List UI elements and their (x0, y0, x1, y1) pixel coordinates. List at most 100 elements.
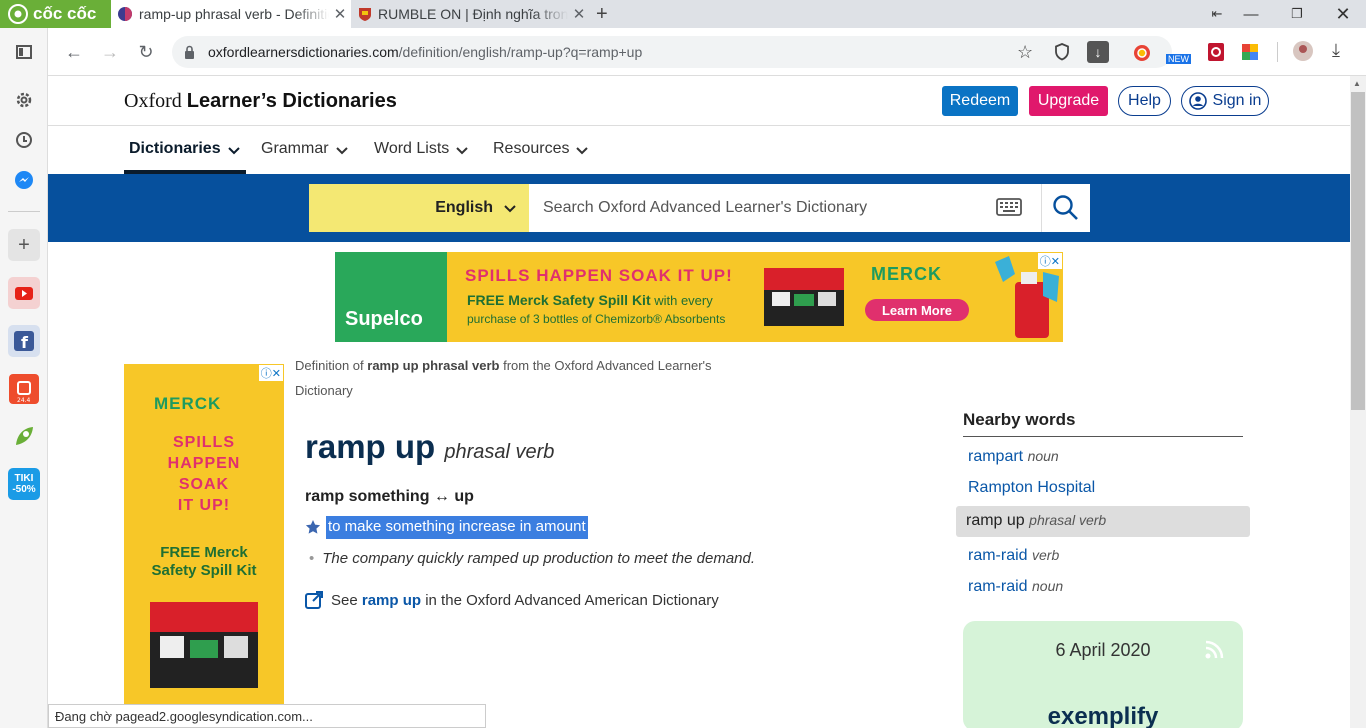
facebook-icon[interactable]: f (8, 325, 40, 357)
scrollbar-thumb[interactable] (1351, 92, 1365, 410)
search-button[interactable] (1041, 184, 1090, 232)
ad-offer-rest: with every (650, 293, 713, 308)
nearby-word: Rampton Hospital (968, 479, 1096, 496)
scroll-up-icon[interactable]: ▲ (1353, 79, 1361, 88)
nearby-word-item[interactable]: Rampton Hospital (968, 479, 1095, 497)
ad-offer-line: FREE Merck (160, 544, 248, 561)
settings-gear-icon[interactable] (8, 84, 40, 116)
browser-brand[interactable]: cốc cốc (0, 0, 111, 28)
upgrade-button[interactable]: Upgrade (1029, 86, 1108, 116)
menu-label: Word Lists (374, 140, 450, 157)
tab-title: ramp-up phrasal verb - Definition (139, 6, 329, 22)
ad-offer: FREE Merck Safety Spill Kit with every (467, 292, 747, 308)
status-bar: Đang chờ pagead2.googlesyndication.com..… (48, 704, 486, 728)
wotd-word[interactable]: exemplify (963, 703, 1243, 728)
url-domain: oxfordlearnersdictionaries.com (208, 44, 399, 60)
minimize-icon[interactable]: — (1228, 0, 1274, 28)
sign-in-button[interactable]: Sign in (1181, 86, 1269, 116)
ad-headline-line: HAPPEN (167, 455, 241, 472)
ad-brand-merck: MERCK (154, 394, 222, 413)
menu-label: Resources (493, 140, 570, 157)
menu-resources[interactable]: Resources (493, 140, 589, 174)
address-bar[interactable]: oxfordlearnersdictionaries.com/definitio… (172, 36, 1172, 68)
nearby-word-item[interactable]: ram-raid verb (968, 547, 1059, 565)
extension-red-icon[interactable] (1208, 43, 1224, 61)
tab-close-icon[interactable]: ✕ (329, 5, 351, 23)
back-arrow-icon[interactable]: ← (60, 38, 88, 66)
new-tab-icon[interactable]: + (596, 3, 608, 26)
extension-chrome-icon[interactable] (1133, 44, 1151, 62)
redeem-button[interactable]: Redeem (942, 86, 1018, 116)
see-suffix: in the Oxford Advanced American Dictiona… (421, 591, 719, 609)
tab-close-icon[interactable]: ✕ (568, 5, 590, 23)
youtube-icon[interactable] (8, 277, 40, 309)
menu-dictionaries[interactable]: Dictionaries (124, 140, 246, 174)
header-divider (48, 125, 1350, 126)
reload-icon[interactable]: ↻ (132, 38, 160, 66)
messenger-icon[interactable] (8, 164, 40, 196)
headword-text: ramp up (305, 428, 436, 465)
example-sentence: • The company quickly ramped up productio… (309, 550, 756, 567)
ad-brand-merck: MERCK (871, 264, 942, 284)
history-icon[interactable] (8, 124, 40, 156)
extension-grid-icon[interactable] (1242, 44, 1258, 60)
restore-icon[interactable]: ❐ (1274, 0, 1320, 28)
coccoc-leaf-icon[interactable] (8, 420, 40, 452)
svg-text:24.4: 24.4 (17, 397, 31, 404)
url-path: /definition/english/ramp-up?q=ramp+up (398, 44, 643, 60)
tab-title: RUMBLE ON | Định nghĩa trong (378, 6, 568, 22)
nearby-words-heading: Nearby words (963, 410, 1243, 437)
ad-info-close-icon[interactable]: ⓘ✕ (1037, 253, 1062, 269)
top-banner-ad[interactable]: Supelco SPILLS HAPPEN SOAK IT UP! FREE M… (335, 252, 1063, 342)
rss-icon[interactable] (1205, 639, 1225, 659)
ad-offer-line2: purchase of 3 bottles of Chemizorb® Abso… (467, 312, 726, 326)
language-select[interactable]: English (309, 184, 529, 232)
menu-word-lists[interactable]: Word Lists (374, 140, 469, 174)
tab-active[interactable]: ramp-up phrasal verb - Definition ✕ (111, 0, 351, 28)
menu-grammar[interactable]: Grammar (261, 140, 349, 174)
see-link[interactable]: ramp up (362, 592, 421, 609)
nearby-pos: noun (1027, 448, 1059, 464)
ad-info-close-icon[interactable]: ⓘ✕ (258, 365, 283, 381)
keyboard-icon[interactable] (996, 198, 1022, 216)
tab-inactive[interactable]: RUMBLE ON | Định nghĩa trong ✕ (352, 0, 590, 28)
tiki-icon[interactable]: TIKI -50% (8, 468, 40, 500)
chevron-down-icon (335, 140, 349, 160)
download-page-icon[interactable]: ↓ (1087, 41, 1109, 63)
language-value: English (435, 199, 493, 216)
search-input[interactable]: Search Oxford Advanced Learner's Diction… (529, 184, 1041, 232)
learn-more-button[interactable]: Learn More (865, 299, 969, 321)
shield-icon[interactable] (1054, 43, 1070, 61)
toolbox-icon (764, 268, 844, 326)
help-button[interactable]: Help (1118, 86, 1171, 116)
nearby-pos: verb (1032, 547, 1060, 563)
nearby-word-item[interactable]: ram-raid noun (968, 578, 1063, 596)
coccoc-logo-icon (8, 4, 28, 24)
side-banner-ad[interactable]: MERCK SPILLS HAPPEN SOAK IT UP! FREE Mer… (124, 364, 284, 704)
sign-in-label: Sign in (1212, 92, 1262, 109)
close-window-icon[interactable]: ✕ (1320, 0, 1366, 28)
logo-regular: Oxford (124, 90, 182, 112)
see-also: See ramp up in the Oxford Advanced Ameri… (305, 591, 719, 609)
nearby-word-item[interactable]: rampart noun (968, 448, 1059, 466)
ad-brand-supelco: Supelco (345, 308, 423, 330)
shopee-icon[interactable]: 24.4 (8, 373, 40, 405)
ad-offer-line: Safety Spill Kit (151, 562, 257, 579)
profile-avatar[interactable] (1292, 40, 1314, 62)
nearby-word-item-selected[interactable]: ramp up phrasal verb (956, 506, 1250, 537)
extension-new-icon[interactable]: NEW (1166, 54, 1191, 64)
nearby-word: ram-raid (968, 578, 1028, 595)
forward-arrow-icon[interactable]: → (96, 38, 124, 66)
nearby-pos: phrasal verb (1029, 512, 1107, 528)
word-of-the-day-card[interactable]: 6 April 2020 exemplify (963, 621, 1243, 728)
sidebar-divider (8, 211, 40, 212)
add-shortcut-icon[interactable]: + (8, 229, 40, 261)
lock-icon[interactable] (184, 45, 195, 59)
downloads-icon[interactable]: ⤓ (1332, 40, 1340, 61)
site-logo[interactable]: Oxford Learner’s Dictionaries (124, 90, 397, 113)
star-icon (305, 519, 321, 535)
toolbar-divider (1277, 42, 1278, 62)
chevron-down-icon (575, 140, 589, 160)
bookmark-star-icon[interactable]: ☆ (1017, 42, 1033, 63)
sidebar-toggle-icon[interactable] (8, 36, 40, 68)
